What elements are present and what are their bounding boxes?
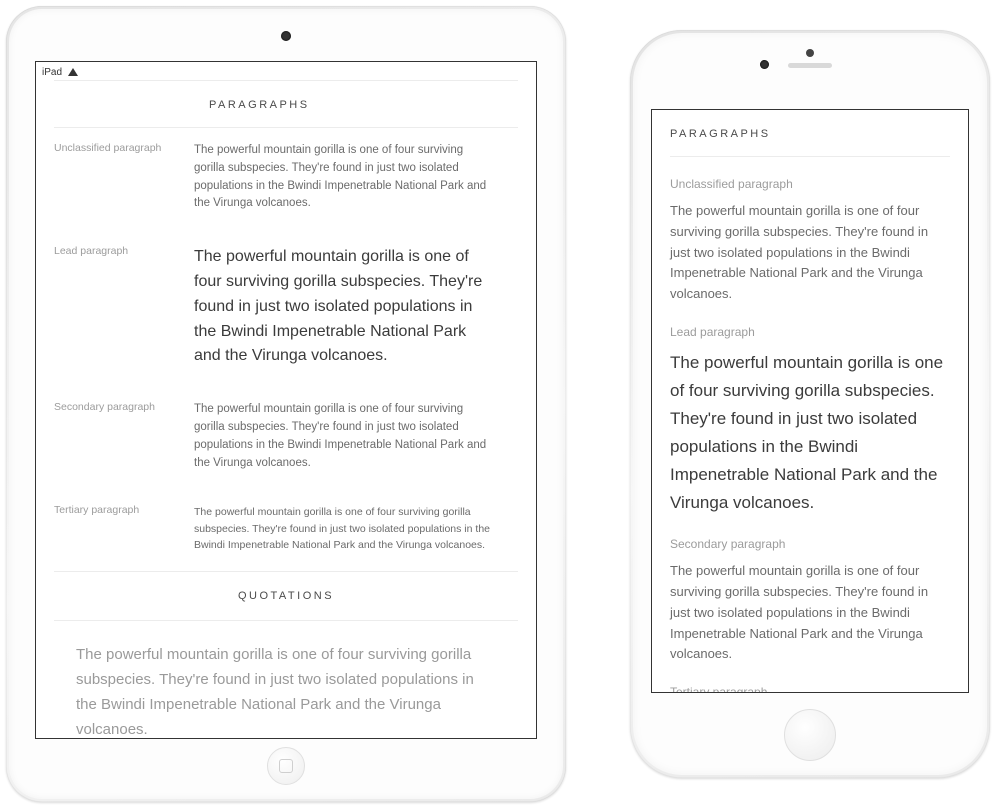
ipad-device-frame: iPad PARAGRAPHS Unclassified paragraph T… (6, 6, 566, 802)
quotation-block: The powerful mountain gorilla is one of … (54, 621, 518, 739)
paragraph-row-secondary: Secondary paragraph The powerful mountai… (54, 387, 518, 490)
wifi-icon (68, 68, 78, 76)
section-heading-paragraphs: PARAGRAPHS (670, 110, 950, 156)
camera-icon (760, 60, 769, 69)
paragraph-row-lead: Lead paragraph The powerful mountain gor… (54, 231, 518, 387)
paragraph-row-tertiary: Tertiary paragraph The powerful mountain… (54, 490, 518, 571)
paragraph-label: Tertiary paragraph (54, 504, 174, 553)
paragraph-text: The powerful mountain gorilla is one of … (670, 349, 950, 517)
paragraph-label: Secondary paragraph (54, 401, 174, 472)
paragraph-text: The powerful mountain gorilla is one of … (670, 561, 950, 665)
speaker-icon (788, 63, 832, 68)
paragraph-text: The powerful mountain gorilla is one of … (194, 245, 494, 369)
ipad-status-bar: iPad (36, 62, 536, 80)
section-heading-quotations: QUOTATIONS (54, 572, 518, 620)
iphone-screen[interactable]: PARAGRAPHS Unclassified paragraph The po… (651, 109, 969, 693)
quotation-text: The powerful mountain gorilla is one of … (76, 643, 496, 739)
paragraph-label: Lead paragraph (54, 245, 174, 369)
paragraph-label: Unclassified paragraph (54, 142, 174, 213)
paragraph-label: Lead paragraph (670, 325, 950, 339)
paragraph-text: The powerful mountain gorilla is one of … (194, 504, 494, 553)
paragraph-text: The powerful mountain gorilla is one of … (670, 201, 950, 305)
paragraph-text: The powerful mountain gorilla is one of … (194, 401, 494, 472)
ipad-screen[interactable]: iPad PARAGRAPHS Unclassified paragraph T… (35, 61, 537, 739)
paragraph-row-unclassified: Unclassified paragraph The powerful moun… (54, 128, 518, 231)
section-heading-paragraphs: PARAGRAPHS (54, 81, 518, 127)
paragraph-label: Tertiary paragraph (670, 685, 950, 693)
sensor-icon (806, 49, 814, 57)
paragraph-label: Unclassified paragraph (670, 177, 950, 191)
status-device-label: iPad (42, 67, 62, 78)
paragraph-text: The powerful mountain gorilla is one of … (194, 142, 494, 213)
iphone-device-frame: PARAGRAPHS Unclassified paragraph The po… (630, 30, 990, 778)
paragraph-label: Secondary paragraph (670, 537, 950, 551)
home-button[interactable] (267, 747, 305, 785)
home-button[interactable] (784, 709, 836, 761)
camera-icon (281, 31, 291, 41)
